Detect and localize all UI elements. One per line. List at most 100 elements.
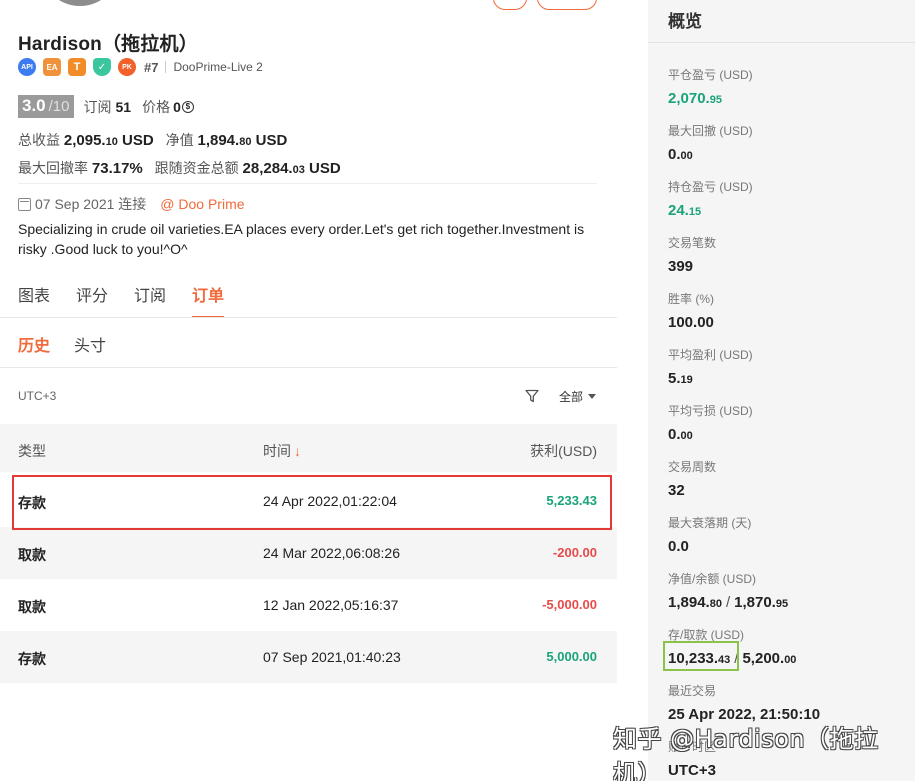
rank-label: #7 — [144, 59, 159, 75]
total-income-dec: 10 — [105, 136, 118, 148]
max-drawdown-rate-label: 最大回撤率 — [18, 160, 88, 176]
stat-label: 持仓盈亏 (USD) — [668, 180, 753, 194]
follow-funds-label: 跟随资金总额 — [154, 160, 239, 176]
score-badge: 3.0/10 — [18, 95, 74, 118]
equity-unit: USD — [251, 132, 288, 149]
score-value: 3.0 — [22, 96, 46, 115]
order-subtabs: 历史 头寸 — [18, 332, 106, 356]
stat-label: 最近交易 — [668, 684, 717, 698]
equity-int: 1,894. — [197, 132, 240, 149]
row-type: 取款 — [18, 547, 46, 563]
stat-last-trade: 最近交易 25 Apr 2022, 21:50:10 — [668, 682, 820, 723]
tab-subscribe[interactable]: 订阅 — [134, 282, 166, 318]
row-time: 12 Jan 2022,05:16:37 — [263, 597, 399, 613]
stat-value: 2,070.95 — [668, 90, 753, 107]
follow-funds-dec: 03 — [292, 164, 305, 176]
max-drawdown-rate: 73.17% — [91, 160, 143, 177]
tab-chart[interactable]: 图表 — [18, 282, 50, 318]
trader-description: Specializing in crude oil varieties.EA p… — [18, 221, 585, 257]
tab-orders[interactable]: 订单 — [192, 282, 225, 318]
filter-icon[interactable] — [525, 389, 539, 403]
stat-int: 5,200. — [742, 650, 785, 667]
stat-label: 平均盈利 (USD) — [668, 348, 753, 362]
coin-icon: $ — [181, 100, 194, 113]
sort-arrow-icon[interactable]: ↓ — [294, 443, 301, 459]
header-time-label: 时间 — [263, 443, 291, 459]
stat-int: 2,070. — [668, 90, 710, 107]
stat-value: 24.15 — [668, 202, 753, 219]
stat-dec: 00 — [680, 430, 693, 442]
filter-dropdown[interactable]: 全部 — [559, 388, 597, 405]
stat-int: 0. — [668, 146, 681, 163]
stat-label: 最大衰落期 (天) — [668, 516, 752, 530]
stat-max-drawdown: 最大回撤 (USD) 0.00 — [668, 122, 753, 163]
stat-value: 100.00 — [668, 314, 714, 331]
server-label: DooPrime-Live 2 — [173, 60, 263, 74]
stat-value: 399 — [668, 258, 694, 275]
stat-slash: / — [725, 594, 731, 611]
divider — [648, 42, 915, 43]
stat-label: 交易笔数 — [668, 236, 717, 250]
stat-int: 5. — [668, 370, 681, 387]
stat-int: 24. — [668, 202, 689, 219]
row-type: 取款 — [18, 599, 46, 615]
avatar[interactable] — [40, 0, 120, 6]
equity-dec: 80 — [239, 136, 252, 148]
stat-value: 0.00 — [668, 426, 753, 443]
stat-label: 交易周数 — [668, 460, 717, 474]
overview-title: 概览 — [668, 12, 702, 31]
stat-label: 胜率 (%) — [668, 292, 714, 306]
trader-profile-panel: Hardison（拖拉机） API EA T ✓ PK #7 DooPrime-… — [0, 0, 617, 781]
main-tabs: 图表 评分 订阅 订单 — [18, 282, 225, 318]
caret-down-icon — [588, 394, 597, 399]
stat-int: 1,870. — [734, 594, 776, 611]
stat-dec: 95 — [775, 598, 789, 610]
stat-avg-loss: 平均亏损 (USD) 0.00 — [668, 402, 753, 443]
stat-weeks: 交易周数 32 — [668, 458, 716, 499]
highlight-box — [663, 641, 739, 671]
subscribe-button[interactable] — [537, 0, 597, 10]
stat-closed-pl: 平仓盈亏 (USD) 2,070.95 — [668, 66, 753, 107]
favorite-button[interactable] — [493, 0, 527, 10]
tab-rating[interactable]: 评分 — [76, 282, 108, 318]
income-row: 总收益 2,095.10 USD 净值 1,894.80 USD — [18, 130, 287, 150]
subtab-history[interactable]: 历史 — [18, 332, 50, 356]
drawdown-row: 最大回撤率 73.17% 跟随资金总额 28,284.03 USD — [18, 158, 341, 178]
header-time[interactable]: 时间 ↓ — [263, 441, 301, 461]
stat-value: 5.19 — [668, 370, 753, 387]
row-profit: -200.00 — [552, 545, 597, 560]
stat-winrate: 胜率 (%) 100.00 — [668, 290, 714, 331]
stat-open-pl: 持仓盈亏 (USD) 24.15 — [668, 178, 753, 219]
table-header: 类型 时间 ↓ 获利(USD) — [0, 424, 617, 472]
row-profit: 5,000.00 — [546, 649, 597, 664]
total-income-int: 2,095. — [63, 132, 106, 149]
stat-trades: 交易笔数 399 — [668, 234, 716, 275]
api-badge-icon: API — [18, 58, 36, 76]
pk-badge-icon: PK — [118, 58, 136, 76]
row-time: 24 Mar 2022,06:08:26 — [263, 545, 400, 561]
t-badge-icon: T — [68, 58, 86, 76]
stat-value: 1,894.80/1,870.95 — [668, 594, 788, 611]
stat-max-decline: 最大衰落期 (天) 0.0 — [668, 514, 751, 555]
panel-gap — [617, 0, 648, 781]
stat-avg-win: 平均盈利 (USD) 5.19 — [668, 346, 753, 387]
subtab-positions[interactable]: 头寸 — [74, 332, 106, 356]
stat-int: 0. — [668, 426, 681, 443]
table-row: 取款 12 Jan 2022,05:16:37 -5,000.00 — [0, 579, 617, 631]
price-value: 0 — [173, 98, 181, 115]
badge-row: API EA T ✓ PK #7 DooPrime-Live 2 — [18, 58, 263, 76]
score-denominator: /10 — [48, 98, 70, 115]
header-profit: 获利(USD) — [530, 443, 597, 459]
equity-label: 净值 — [165, 132, 194, 148]
stat-dec: 00 — [784, 654, 797, 666]
price-label: 价格 — [142, 98, 171, 115]
watermark: 知乎 @Hardison（拖拉机） — [613, 725, 879, 781]
calendar-icon — [18, 197, 31, 211]
divider — [18, 183, 597, 184]
row-profit: -5,000.00 — [542, 597, 597, 612]
header-type: 类型 — [18, 443, 46, 459]
stat-value: 0.00 — [668, 146, 753, 163]
stat-int: 1,894. — [668, 594, 710, 611]
broker-link[interactable]: @ Doo Prime — [160, 196, 244, 212]
shield-badge-icon: ✓ — [93, 58, 111, 76]
